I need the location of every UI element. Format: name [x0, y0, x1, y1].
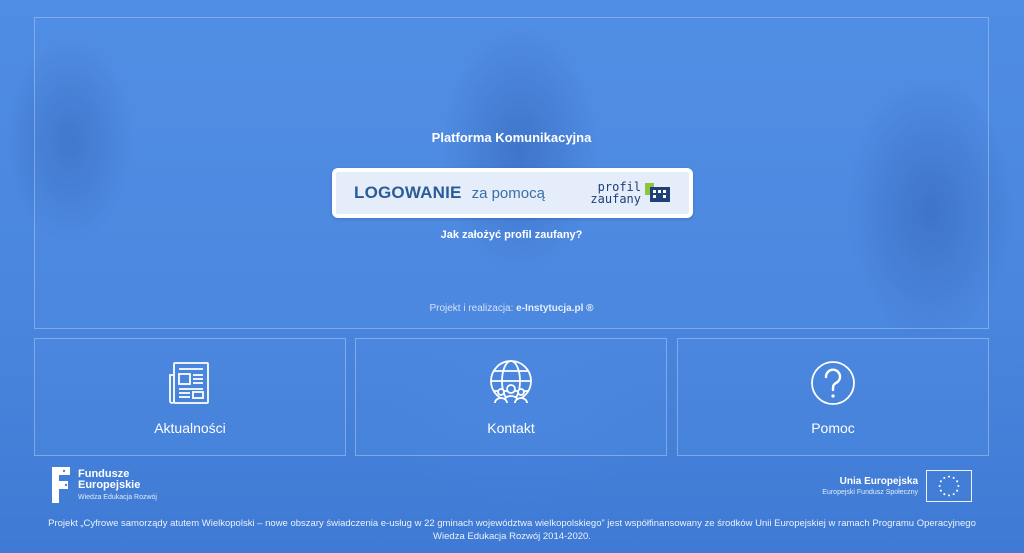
eu-flag-icon	[926, 470, 972, 502]
pz-logo-line2: zaufany	[590, 192, 641, 206]
fe-line3: Wiedza Edukacja Rozwój	[78, 494, 157, 501]
profil-zaufany-logo: profil zaufany	[590, 181, 671, 205]
credits-brand-link[interactable]: e-Instytucja.pl ®	[516, 303, 593, 314]
eu-line2: Europejski Fundusz Społeczny	[822, 489, 918, 496]
unia-europejska-logo: Unia Europejska Europejski Fundusz Społe…	[822, 470, 972, 502]
login-panel: Platforma Komunikacyjna LOGOWANIE za pom…	[34, 17, 989, 329]
profil-zaufany-mark-icon	[645, 183, 670, 202]
fundusze-europejskie-logo: Fundusze Europejskie Wiedza Edukacja Roz…	[50, 465, 157, 505]
globe-people-icon	[490, 360, 532, 404]
login-via-label: za pomocą	[471, 184, 545, 202]
fe-line2: Europejskie	[78, 479, 141, 491]
tile-label: Aktualności	[154, 420, 226, 436]
tile-kontakt[interactable]: Kontakt	[355, 338, 667, 456]
credits-prefix: Projekt i realizacja:	[429, 303, 517, 314]
profil-zaufany-login-button[interactable]: LOGOWANIE za pomocą profil zaufany	[332, 168, 693, 218]
credits: Projekt i realizacja: e-Instytucja.pl ®	[35, 303, 988, 314]
login-label: LOGOWANIE	[354, 183, 462, 202]
tile-label: Pomoc	[811, 420, 855, 436]
tile-aktualnosci[interactable]: Aktualności	[34, 338, 346, 456]
tile-pomoc[interactable]: Pomoc	[677, 338, 989, 456]
newspaper-icon	[169, 362, 209, 404]
help-link-profil-zaufany[interactable]: Jak założyć profil zaufany?	[35, 229, 988, 241]
tile-label: Kontakt	[487, 420, 535, 436]
page-title: Platforma Komunikacyjna	[431, 130, 592, 145]
question-circle-icon	[811, 361, 855, 405]
fundusze-europejskie-mark-icon	[52, 467, 70, 503]
footer-project-info: Projekt „Cyfrowe samorządy atutem Wielko…	[48, 518, 976, 542]
eu-line1: Unia Europejska	[839, 476, 918, 487]
